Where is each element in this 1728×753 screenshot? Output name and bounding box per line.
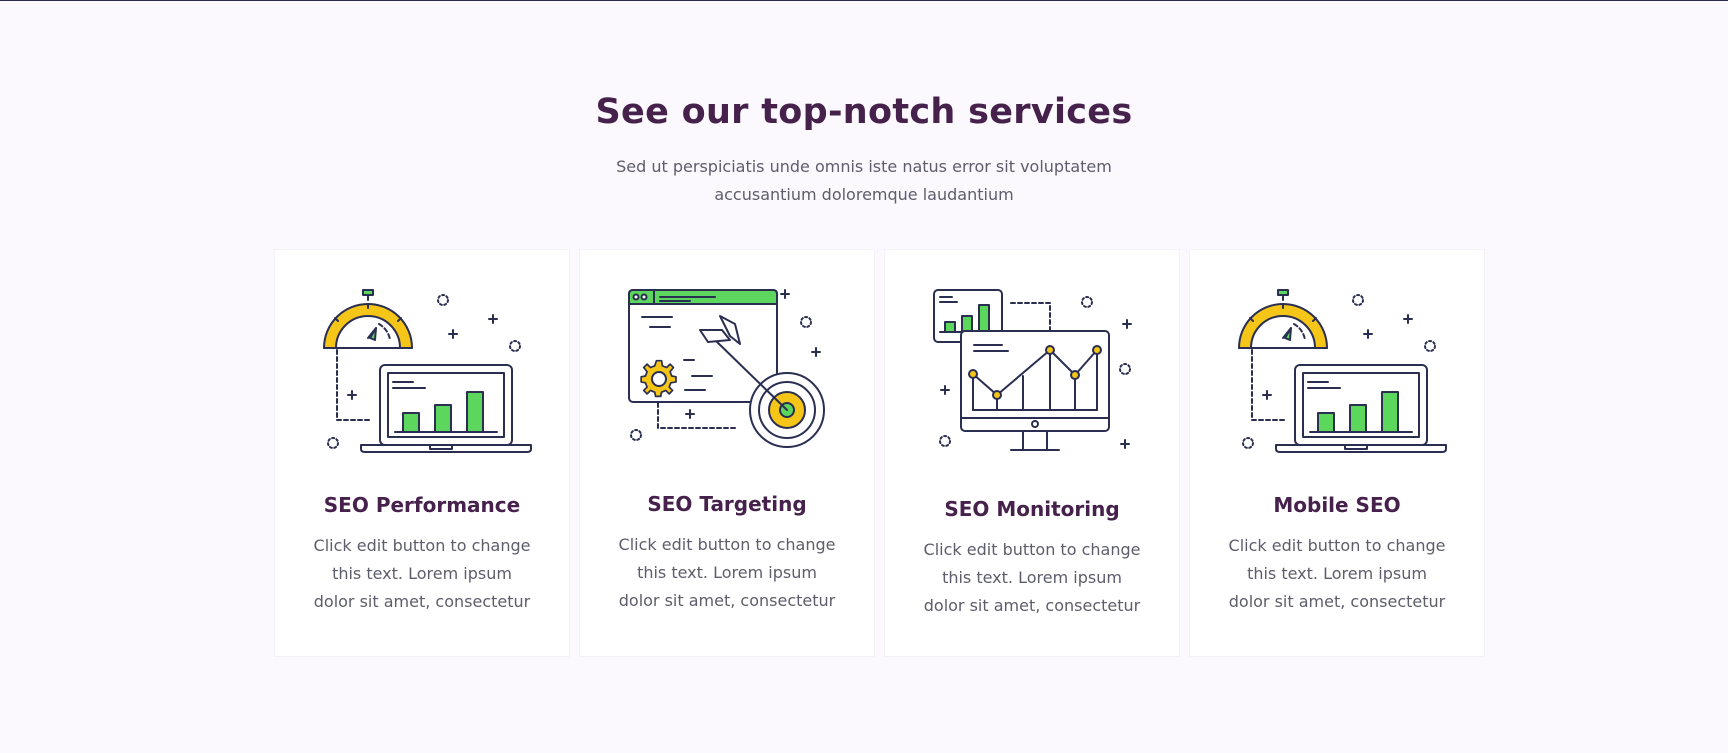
card-text: Click edit button to change this text. L… bbox=[923, 540, 1141, 615]
service-card-seo-targeting: SEO Targeting Click edit button to chang… bbox=[580, 250, 874, 656]
card-text: Click edit button to change this text. L… bbox=[313, 536, 531, 611]
section-title: See our top-notch services bbox=[595, 92, 1133, 132]
section-subtitle: Sed ut perspiciatis unde omnis iste natu… bbox=[616, 157, 1112, 204]
card-title: SEO Targeting bbox=[647, 492, 807, 516]
monitor-line-chart-icon bbox=[885, 280, 1179, 460]
stopwatch-laptop-chart-icon bbox=[1190, 280, 1484, 460]
card-title: SEO Monitoring bbox=[944, 497, 1120, 521]
browser-target-arrow-icon bbox=[580, 280, 874, 460]
card-text: Click edit button to change this text. L… bbox=[1228, 536, 1446, 611]
stopwatch-laptop-chart-icon bbox=[275, 280, 569, 460]
card-text: Click edit button to change this text. L… bbox=[618, 535, 836, 610]
service-card-mobile-seo: Mobile SEO Click edit button to change t… bbox=[1190, 250, 1484, 656]
card-title: SEO Performance bbox=[323, 493, 521, 517]
services-section: See our top-notch services Sed ut perspi… bbox=[0, 1, 1728, 753]
card-title: Mobile SEO bbox=[1273, 493, 1401, 517]
service-card-seo-performance: SEO Performance Click edit button to cha… bbox=[275, 250, 569, 656]
service-card-seo-monitoring: SEO Monitoring Click edit button to chan… bbox=[885, 250, 1179, 656]
